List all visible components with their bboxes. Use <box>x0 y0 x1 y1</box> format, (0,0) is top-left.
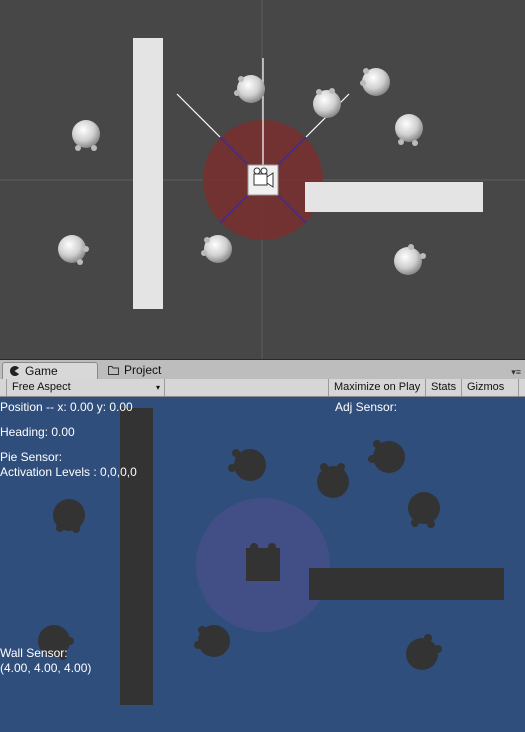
game-agent <box>368 440 405 473</box>
gizmos-dropdown[interactable]: Gizmos ▾ <box>462 379 519 396</box>
hud-heading: Heading: 0.00 <box>0 425 75 439</box>
hud-wall-values: (4.00, 4.00, 4.00) <box>0 661 92 675</box>
stats-label: Stats <box>431 381 457 393</box>
panel-menu-button[interactable]: ▾≡ <box>511 368 521 377</box>
scene-agent <box>395 114 423 146</box>
scene-agent <box>394 244 426 275</box>
wall-sensor-rays <box>176 58 350 180</box>
scene-agent <box>234 75 265 103</box>
hud-position: Position -- x: 0.00 y: 0.00 <box>0 400 133 414</box>
folder-icon <box>108 366 119 375</box>
game-agent <box>408 492 440 528</box>
chevron-down-icon: ▾ <box>155 383 160 392</box>
game-view[interactable]: Position -- x: 0.00 y: 0.00 Adj Sensor: … <box>0 397 525 732</box>
wall-horizontal <box>309 568 504 600</box>
camera-gizmo-icon <box>247 164 279 196</box>
game-agent <box>53 499 85 533</box>
game-agent <box>194 625 230 657</box>
scene-agent <box>58 235 89 265</box>
aspect-dropdown-value: Free Aspect <box>12 381 71 393</box>
hud-pie-sensor: Pie Sensor: <box>0 450 63 464</box>
maximize-on-play-toggle[interactable]: Maximize on Play <box>328 379 427 396</box>
game-agent <box>406 634 442 670</box>
wall-vertical <box>120 408 153 705</box>
maximize-on-play-label: Maximize on Play <box>334 381 421 393</box>
game-canvas <box>38 408 504 705</box>
tab-project-label: Project <box>124 363 162 377</box>
aspect-dropdown[interactable]: Free Aspect ▾ <box>6 379 165 396</box>
scene-agent <box>313 88 341 118</box>
player-agent <box>246 543 280 581</box>
hud-activation-levels: Activation Levels : 0,0,0,0 <box>0 465 137 479</box>
panel-tab-bar: Game Project ▾≡ <box>0 360 525 380</box>
pacman-icon <box>10 366 19 376</box>
scene-agent <box>360 68 390 96</box>
hud-adj-sensor: Adj Sensor: <box>335 400 398 414</box>
stats-toggle[interactable]: Stats <box>426 379 463 396</box>
tab-project[interactable]: Project <box>102 362 182 379</box>
game-agent <box>317 463 349 498</box>
scene-view[interactable] <box>0 0 525 360</box>
wall-horizontal <box>305 182 483 212</box>
scene-canvas[interactable] <box>0 0 525 359</box>
hud-wall-sensor: Wall Sensor: <box>0 646 68 660</box>
game-agent <box>228 449 266 481</box>
wall-vertical <box>133 38 163 309</box>
tab-game-label: Game <box>25 364 58 378</box>
scene-agent <box>72 120 100 151</box>
game-toolbar: Free Aspect ▾ Maximize on Play Stats Giz… <box>0 379 525 397</box>
gizmos-label: Gizmos <box>467 381 505 393</box>
tab-game[interactable]: Game <box>2 362 98 379</box>
scene-agent <box>201 235 232 263</box>
